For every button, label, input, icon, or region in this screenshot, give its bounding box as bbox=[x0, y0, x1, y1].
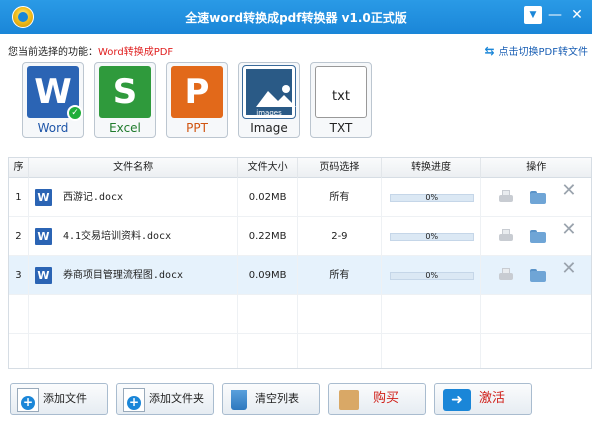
folder-icon[interactable] bbox=[529, 189, 547, 205]
add-folder-label: 添加文件夹 bbox=[149, 392, 204, 405]
window-controls: ▼ — ✕ bbox=[524, 6, 586, 24]
format-image-button[interactable]: images Image bbox=[238, 62, 300, 138]
progress-text: 0% bbox=[425, 193, 439, 202]
format-word-label: Word bbox=[37, 121, 69, 135]
switch-mode-link[interactable]: ⇆ 点击切换PDF转文件 bbox=[484, 43, 588, 59]
print-icon[interactable] bbox=[497, 267, 515, 283]
image-icon: images bbox=[242, 65, 296, 119]
file-name: 4.1交易培训资料.docx bbox=[62, 231, 172, 242]
window-title: 全速word转换成pdf转换器 v1.0正式版 bbox=[185, 11, 407, 25]
switch-arrows-icon: ⇆ bbox=[484, 43, 495, 58]
clear-list-button[interactable]: 清空列表 bbox=[222, 383, 320, 415]
format-selector: W ✓ Word S Excel P PPT images Image txt … bbox=[22, 62, 372, 138]
col-pages: 页码选择 bbox=[298, 158, 382, 178]
add-file-button[interactable]: + 添加文件 bbox=[10, 383, 108, 415]
add-folder-button[interactable]: + 添加文件夹 bbox=[116, 383, 214, 415]
row-index: 2 bbox=[9, 217, 29, 256]
add-file-label: 添加文件 bbox=[43, 392, 87, 405]
trash-icon bbox=[231, 390, 247, 410]
file-size: 0.22MB bbox=[238, 217, 299, 256]
col-actions: 操作 bbox=[526, 162, 547, 173]
format-excel-label: Excel bbox=[109, 121, 141, 135]
table-row[interactable]: 1 W 西游记.docx 0.02MB 所有 0% ✕ bbox=[9, 178, 591, 217]
file-name: 券商项目管理流程图.docx bbox=[62, 270, 184, 281]
excel-icon: S bbox=[112, 72, 138, 112]
file-table: 序 文件名称 文件大小 页码选择 转换进度 操作 1 W 西游记.docx 0.… bbox=[8, 157, 592, 369]
col-name: 文件名称 bbox=[29, 158, 239, 178]
table-row[interactable]: 3 W 券商项目管理流程图.docx 0.09MB 所有 0% ✕ bbox=[9, 256, 591, 295]
folder-icon[interactable] bbox=[529, 267, 547, 283]
mountain-icon bbox=[256, 85, 296, 107]
plus-icon: + bbox=[21, 395, 35, 410]
table-row[interactable]: 2 W 4.1交易培训资料.docx 0.22MB 2-9 0% ✕ bbox=[9, 217, 591, 256]
clear-list-label: 清空列表 bbox=[255, 392, 299, 405]
minimize-button[interactable]: — bbox=[546, 6, 564, 24]
function-prefix: 您当前选择的功能： bbox=[8, 47, 98, 58]
col-progress: 转换进度 bbox=[382, 158, 482, 178]
folder-icon[interactable] bbox=[529, 228, 547, 244]
col-size: 文件大小 bbox=[238, 158, 299, 178]
activate-label: 激活 bbox=[479, 391, 506, 406]
remove-icon[interactable]: ✕ bbox=[561, 260, 579, 278]
table-header: 序 文件名称 文件大小 页码选择 转换进度 操作 bbox=[9, 158, 591, 178]
bottom-toolbar: + 添加文件 + 添加文件夹 清空列表 购买 ➜ 激活 bbox=[10, 383, 532, 415]
word-file-icon: W bbox=[34, 267, 52, 284]
arrow-right-icon: ➜ bbox=[443, 389, 471, 411]
dropdown-icon[interactable]: ▼ bbox=[524, 6, 542, 24]
current-function-label: 您当前选择的功能：Word转换成PDF bbox=[8, 43, 173, 58]
buy-label: 购买 bbox=[373, 391, 400, 406]
remove-icon[interactable]: ✕ bbox=[561, 221, 579, 239]
image-icon-caption: images bbox=[256, 109, 282, 117]
col-index: 序 bbox=[9, 158, 29, 178]
format-txt-button[interactable]: txt TXT bbox=[310, 62, 372, 138]
format-word-button[interactable]: W ✓ Word bbox=[22, 62, 84, 138]
txt-icon: txt bbox=[332, 89, 350, 104]
format-ppt-label: PPT bbox=[186, 121, 208, 135]
check-icon: ✓ bbox=[67, 105, 83, 121]
file-size: 0.09MB bbox=[238, 256, 299, 295]
page-select[interactable]: 2-9 bbox=[298, 217, 382, 256]
progress-text: 0% bbox=[425, 232, 439, 241]
row-index: 1 bbox=[9, 178, 29, 217]
format-image-label: Image bbox=[250, 121, 288, 135]
format-txt-label: TXT bbox=[329, 121, 353, 135]
ppt-icon: P bbox=[184, 72, 210, 112]
page-select[interactable]: 所有 bbox=[298, 178, 382, 217]
plus-icon: + bbox=[127, 395, 141, 410]
close-button[interactable]: ✕ bbox=[568, 6, 586, 24]
row-index: 3 bbox=[9, 256, 29, 295]
shopping-bag-icon bbox=[339, 390, 359, 410]
progress-text: 0% bbox=[425, 271, 439, 280]
activate-button[interactable]: ➜ 激活 bbox=[434, 383, 532, 415]
format-excel-button[interactable]: S Excel bbox=[94, 62, 156, 138]
print-icon[interactable] bbox=[497, 228, 515, 244]
buy-button[interactable]: 购买 bbox=[328, 383, 426, 415]
file-name: 西游记.docx bbox=[62, 192, 124, 203]
format-ppt-button[interactable]: P PPT bbox=[166, 62, 228, 138]
file-size: 0.02MB bbox=[238, 178, 299, 217]
empty-row bbox=[9, 334, 591, 368]
empty-row bbox=[9, 295, 591, 334]
word-file-icon: W bbox=[34, 228, 52, 245]
remove-icon[interactable]: ✕ bbox=[561, 182, 579, 200]
current-function: Word转换成PDF bbox=[98, 47, 174, 58]
word-file-icon: W bbox=[34, 189, 52, 206]
switch-mode-label: 点击切换PDF转文件 bbox=[498, 47, 588, 58]
title-bar: 全速word转换成pdf转换器 v1.0正式版 ▼ — ✕ bbox=[0, 0, 592, 34]
print-icon[interactable] bbox=[497, 189, 515, 205]
page-select[interactable]: 所有 bbox=[298, 256, 382, 295]
